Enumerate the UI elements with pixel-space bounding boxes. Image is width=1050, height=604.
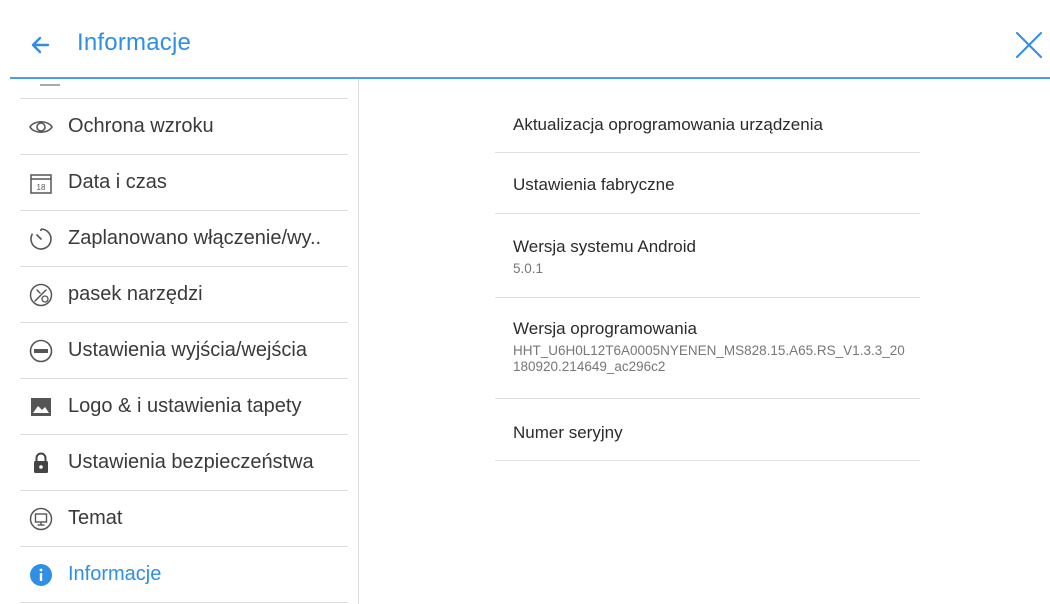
sidebar-item-label: Data i czas [68,171,167,193]
row-title: Aktualizacja oprogramowania urządzenia [513,115,823,134]
arrow-left-icon [31,36,50,54]
sidebar-item-label: Ustawienia wyjścia/wejścia [68,339,307,361]
sidebar-item-input-output[interactable]: Ustawienia wyjścia/wejścia [20,323,348,379]
sidebar-item-security[interactable]: Ustawienia bezpieczeństwa [20,435,348,491]
row-title: Wersja oprogramowania [513,319,697,338]
sidebar-item-information[interactable]: Informacje [20,547,348,603]
info-icon [28,562,54,588]
close-icon [1016,32,1042,58]
calendar-icon: 18 [28,170,54,196]
sidebar-item-scheduled-power[interactable]: Zaplanowano włączenie/wy.. [20,211,348,267]
theme-icon [28,506,54,532]
info-panel: Aktualizacja oprogramowania urządzenia U… [495,95,920,461]
android-version-row: Wersja systemu Android 5.0.1 [495,214,920,298]
software-version-row: Wersja oprogramowania HHT_U6H0L12T6A0005… [495,298,920,399]
sidebar-item-label: Zaplanowano włączenie/wy.. [68,227,322,249]
row-title: Wersja systemu Android [513,237,696,256]
sidebar-item-logo-wallpaper[interactable]: Logo & i ustawienia tapety [20,379,348,435]
row-title: Ustawienia fabryczne [513,175,675,194]
input-output-icon [28,338,54,364]
sidebar-item-eye-protection[interactable]: Ochrona wzroku [20,99,348,155]
toolbar-icon [28,282,54,308]
page-title: Informacje [77,29,192,56]
sidebar-item-label: Ustawienia bezpieczeństwa [68,451,314,473]
sidebar[interactable]: Ochrona wzroku 18 Data i czas Zaplanowan… [0,79,358,604]
row-value: HHT_U6H0L12T6A0005NYENEN_MS828.15.A65.RS… [513,343,905,374]
sidebar-item-label: Ochrona wzroku [68,115,214,137]
firmware-update-row[interactable]: Aktualizacja oprogramowania urządzenia [495,95,920,153]
eye-icon [28,114,54,140]
header-bar: Informacje [0,0,1050,79]
panel-divider [358,79,359,604]
close-button[interactable] [1014,30,1044,60]
image-icon [28,394,54,420]
factory-settings-row[interactable]: Ustawienia fabryczne [495,153,920,214]
row-title: Numer seryjny [513,423,623,442]
sidebar-item-date-time[interactable]: 18 Data i czas [20,155,348,211]
sidebar-item-label: Informacje [68,563,162,585]
sidebar-item-label: Logo & i ustawienia tapety [68,395,302,417]
sidebar-item-label: Temat [68,507,123,529]
back-button[interactable] [26,30,56,60]
sidebar-item-toolbar[interactable]: pasek narzędzi [20,267,348,323]
svg-text:18: 18 [37,183,46,192]
serial-number-row[interactable]: Numer seryjny [495,399,920,461]
sidebar-item-theme[interactable]: Temat [20,491,348,547]
sidebar-item-partial[interactable] [20,79,348,99]
sidebar-item-label: pasek narzędzi [68,283,203,305]
timer-icon [28,226,54,252]
row-value: 5.0.1 [513,261,544,276]
lock-icon [28,450,54,476]
partial-item-icon [40,79,60,86]
